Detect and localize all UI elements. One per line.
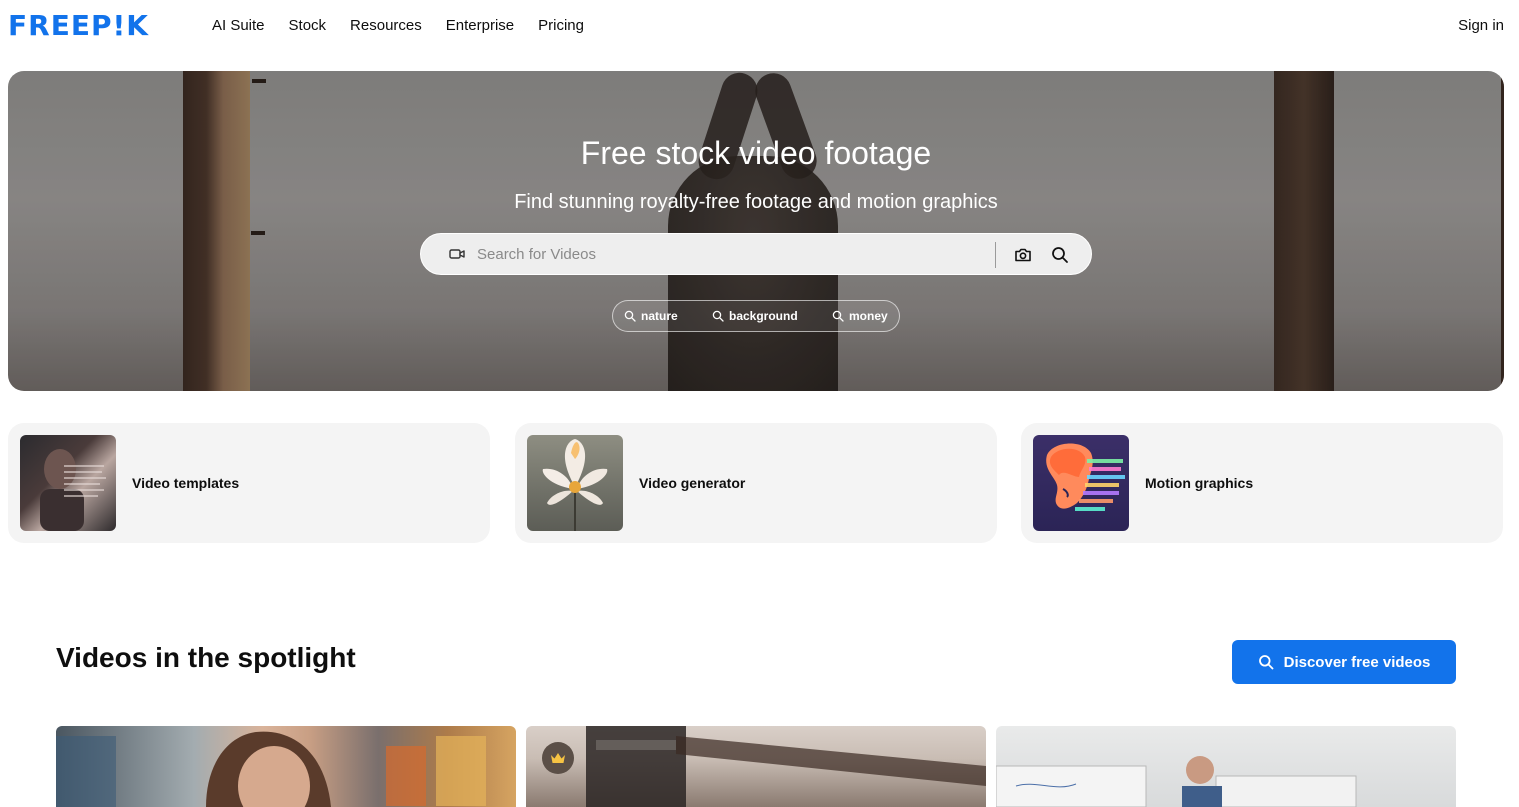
premium-badge (542, 742, 574, 774)
main-nav: AI Suite Stock Resources Enterprise Pric… (212, 16, 608, 36)
video-camera-icon (449, 249, 465, 259)
suggestion-label: background (729, 309, 798, 323)
search-icon (712, 310, 724, 322)
suggestion-chip-background[interactable]: background (712, 309, 798, 323)
video-thumbnail[interactable] (996, 726, 1456, 807)
search-icon (1258, 655, 1274, 670)
card-thumbnail (1033, 435, 1129, 531)
nav-item-pricing[interactable]: Pricing (538, 16, 584, 36)
hero-banner: Free stock video footage Find stunning r… (8, 71, 1504, 391)
suggestion-chips: nature background money (612, 300, 900, 332)
spotlight-title: Videos in the spotlight (56, 642, 356, 673)
card-label: Video templates (132, 475, 240, 491)
video-search-bar (420, 233, 1092, 275)
suggestion-chip-nature[interactable]: nature (624, 309, 678, 323)
video-thumbnail[interactable] (526, 726, 986, 807)
suggestion-label: nature (641, 309, 678, 323)
search-icon (832, 310, 844, 322)
freepik-logo[interactable]: FREEP!K (8, 9, 149, 42)
hero-title: Free stock video footage (580, 135, 932, 171)
camera-icon[interactable] (1013, 245, 1033, 265)
category-card-video-generator[interactable]: Video generator (515, 423, 997, 543)
sign-in-link[interactable]: Sign in (1458, 16, 1504, 36)
nav-item-resources[interactable]: Resources (350, 16, 422, 36)
card-label: Video generator (639, 475, 746, 491)
nav-item-ai-suite[interactable]: AI Suite (212, 16, 265, 36)
card-label: Motion graphics (1145, 475, 1254, 491)
hero-subtitle: Find stunning royalty-free footage and m… (514, 191, 998, 213)
nav-item-enterprise[interactable]: Enterprise (446, 16, 514, 36)
search-icon (624, 310, 636, 322)
category-card-video-templates[interactable]: Video templates (8, 423, 490, 543)
card-thumbnail (20, 435, 116, 531)
category-card-motion-graphics[interactable]: Motion graphics (1021, 423, 1503, 543)
search-icon[interactable] (1050, 245, 1070, 265)
discover-button-label: Discover free videos (1283, 653, 1431, 671)
top-header: FREEP!K AI Suite Stock Resources Enterpr… (0, 0, 1519, 52)
crown-icon (551, 753, 565, 763)
search-input[interactable] (477, 240, 977, 268)
suggestion-label: money (849, 309, 888, 323)
suggestion-chip-money[interactable]: money (832, 309, 888, 323)
nav-item-stock[interactable]: Stock (289, 16, 327, 36)
discover-free-videos-button[interactable]: Discover free videos (1232, 640, 1456, 684)
video-thumbnail[interactable] (56, 726, 516, 807)
search-divider (995, 242, 996, 268)
card-thumbnail (527, 435, 623, 531)
